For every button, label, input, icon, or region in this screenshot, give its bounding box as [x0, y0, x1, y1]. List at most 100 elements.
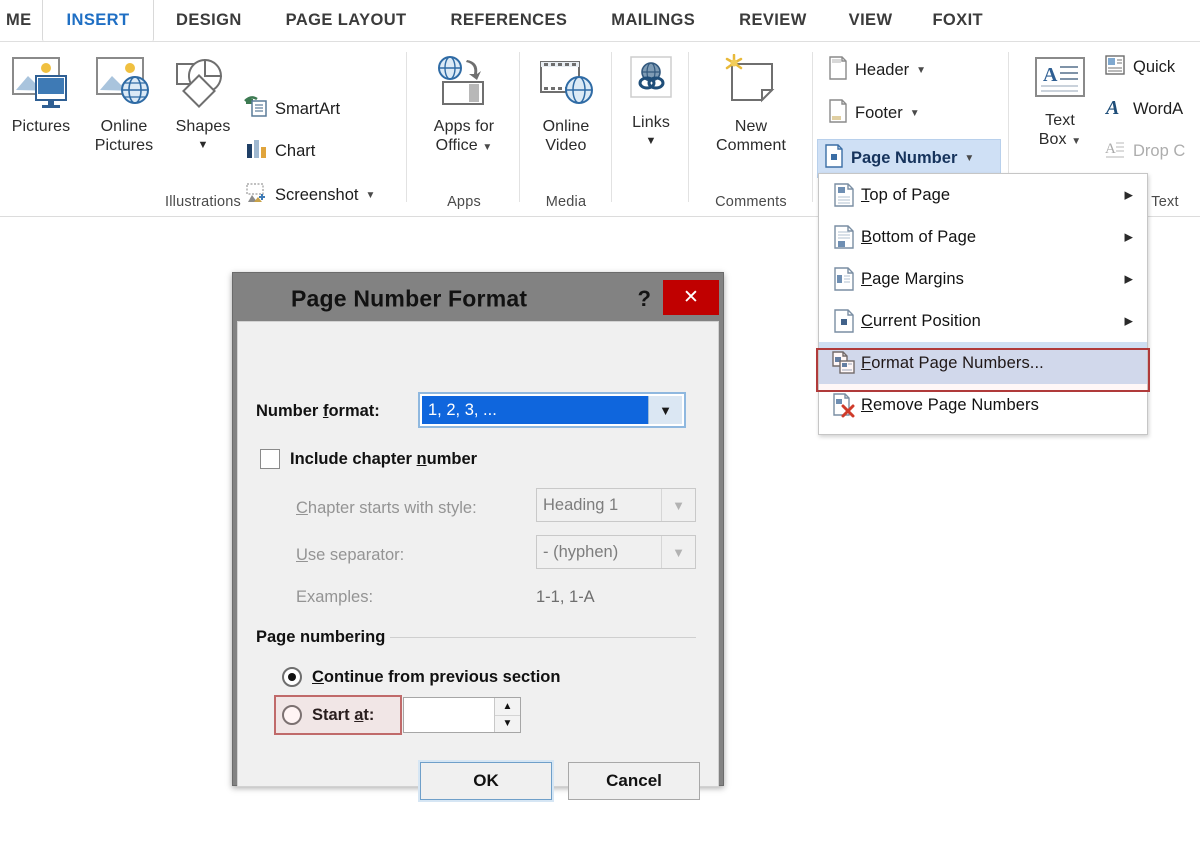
- tab-insert[interactable]: INSERT: [42, 0, 154, 42]
- ribbon-tabstrip: ME INSERT DESIGN PAGE LAYOUT REFERENCES …: [0, 0, 1200, 42]
- page-number-dropdown-caret[interactable]: ▼: [964, 153, 974, 164]
- submenu-arrow-icon: ▶: [1124, 315, 1133, 328]
- tab-review[interactable]: REVIEW: [717, 0, 829, 41]
- submenu-arrow-icon: ▶: [1124, 231, 1133, 244]
- drop-cap-button[interactable]: A Drop C: [1104, 138, 1185, 165]
- help-icon[interactable]: ?: [638, 286, 651, 312]
- ribbon-group-illustrations: Pictures Online Pictures Shapes ▼ SmartA…: [0, 42, 406, 218]
- menu-item-bottom-of-page[interactable]: Bottom of Page ▶: [819, 216, 1147, 258]
- chevron-down-icon[interactable]: ▼: [648, 396, 682, 424]
- start-at-label: Start at:: [312, 706, 375, 724]
- current-position-icon: [827, 308, 861, 334]
- tab-references[interactable]: REFERENCES: [429, 0, 590, 41]
- apps-for-office-button[interactable]: Apps for Office ▼: [418, 54, 510, 155]
- tab-page-layout[interactable]: PAGE LAYOUT: [264, 0, 429, 41]
- menu-item-label: Remove Page Numbers: [861, 395, 1039, 414]
- svg-text:A: A: [1043, 64, 1058, 86]
- number-format-combobox[interactable]: 1, 2, 3, ... ▼: [418, 392, 686, 428]
- close-icon[interactable]: ✕: [663, 280, 719, 315]
- start-at-input[interactable]: [404, 698, 494, 732]
- tab-home[interactable]: ME: [0, 0, 42, 41]
- comments-group-label: Comments: [715, 194, 787, 210]
- tab-mailings[interactable]: MAILINGS: [589, 0, 717, 41]
- new-comment-label-2: Comment: [715, 137, 787, 154]
- menu-item-top-of-page[interactable]: Top of Page ▶: [819, 174, 1147, 216]
- links-label: Links: [632, 114, 670, 131]
- page-margins-icon: [827, 266, 861, 292]
- page-number-icon: [824, 144, 844, 173]
- pictures-icon: [10, 54, 72, 117]
- page-top-icon: [827, 182, 861, 208]
- shapes-dropdown-caret[interactable]: ▼: [168, 136, 238, 155]
- footer-label: Footer: [855, 104, 903, 122]
- new-comment-label-1: New: [734, 118, 768, 135]
- links-dropdown-caret[interactable]: ▼: [618, 132, 684, 151]
- spinner-buttons[interactable]: ▲ ▼: [494, 698, 520, 732]
- online-video-button[interactable]: Online Video: [528, 54, 604, 155]
- text-box-icon: A: [1031, 54, 1089, 111]
- new-comment-button[interactable]: New Comment: [700, 53, 802, 155]
- page-number-button[interactable]: Page Number ▼: [817, 139, 1001, 178]
- svg-text:A: A: [1105, 141, 1116, 157]
- ok-button[interactable]: OK: [420, 762, 552, 800]
- cancel-button[interactable]: Cancel: [568, 762, 700, 800]
- tab-view[interactable]: VIEW: [829, 0, 913, 41]
- wordart-icon: A: [1104, 96, 1126, 123]
- links-icon: [622, 54, 680, 113]
- online-pictures-icon: [93, 54, 155, 117]
- text-box-dropdown-caret[interactable]: ▼: [1071, 136, 1081, 147]
- menu-item-page-margins[interactable]: Page Margins ▶: [819, 258, 1147, 300]
- include-chapter-number-checkbox[interactable]: [260, 449, 280, 469]
- number-format-label: Number format:: [256, 402, 380, 420]
- chart-icon: [244, 138, 268, 165]
- chart-button[interactable]: Chart: [244, 138, 315, 165]
- footer-dropdown-caret[interactable]: ▼: [910, 108, 920, 119]
- radio-dot: [288, 673, 296, 681]
- svg-text:A: A: [1104, 97, 1119, 118]
- wordart-button[interactable]: A WordA: [1104, 96, 1183, 123]
- tab-design[interactable]: DESIGN: [154, 0, 264, 41]
- page-number-format-dialog: Page Number Format ? ✕ Number format: 1,…: [232, 272, 724, 800]
- chapter-style-combobox[interactable]: Heading 1 ▼: [536, 488, 696, 522]
- menu-item-label: Top of Page: [861, 185, 951, 204]
- number-format-value: 1, 2, 3, ...: [422, 396, 648, 424]
- use-separator-label: Use separator:: [296, 546, 405, 564]
- online-video-label-1: Online: [542, 118, 590, 135]
- spinner-down-icon[interactable]: ▼: [495, 716, 520, 733]
- apps-dropdown-caret[interactable]: ▼: [482, 142, 492, 153]
- chevron-down-icon[interactable]: ▼: [661, 536, 695, 568]
- online-pictures-label-1: Online: [100, 118, 148, 135]
- menu-item-remove-page-numbers[interactable]: Remove Page Numbers: [819, 384, 1147, 426]
- spinner-up-icon[interactable]: ▲: [495, 698, 520, 716]
- start-at-spinner[interactable]: ▲ ▼: [403, 697, 521, 733]
- footer-button[interactable]: Footer ▼: [822, 97, 926, 130]
- menu-item-format-page-numbers[interactable]: Format Page Numbers...: [819, 342, 1147, 384]
- chevron-down-icon[interactable]: ▼: [661, 489, 695, 521]
- examples-value: 1-1, 1-A: [536, 588, 595, 606]
- header-dropdown-caret[interactable]: ▼: [916, 65, 926, 76]
- pictures-button[interactable]: Pictures: [4, 54, 78, 136]
- use-separator-combobox[interactable]: - (hyphen) ▼: [536, 535, 696, 569]
- group-separator-3: [611, 52, 612, 202]
- header-button[interactable]: Header ▼: [822, 54, 932, 87]
- links-button[interactable]: Links ▼: [618, 54, 684, 151]
- group-separator-5: [812, 52, 813, 202]
- menu-item-label: Bottom of Page: [861, 227, 977, 246]
- apps-for-office-icon: [433, 54, 495, 117]
- pictures-label: Pictures: [11, 118, 71, 135]
- new-comment-icon: [718, 53, 784, 117]
- smartart-button[interactable]: SmartArt: [244, 96, 340, 123]
- header-label: Header: [855, 61, 910, 79]
- media-group-label: Media: [545, 194, 587, 210]
- dialog-body: Number format: 1, 2, 3, ... ▼ Include ch…: [237, 321, 719, 800]
- text-box-button[interactable]: A Text Box ▼: [1024, 54, 1096, 149]
- continue-from-previous-radio[interactable]: [282, 667, 302, 687]
- dialog-title: Page Number Format: [291, 285, 528, 312]
- start-at-radio[interactable]: [282, 705, 302, 725]
- quick-parts-button[interactable]: Quick: [1104, 54, 1175, 81]
- online-pictures-button[interactable]: Online Pictures: [84, 54, 164, 155]
- menu-item-current-position[interactable]: Current Position ▶: [819, 300, 1147, 342]
- tab-foxit[interactable]: FOXIT: [912, 0, 1003, 41]
- shapes-button[interactable]: Shapes ▼: [168, 54, 238, 155]
- online-video-label-2: Video: [545, 137, 587, 154]
